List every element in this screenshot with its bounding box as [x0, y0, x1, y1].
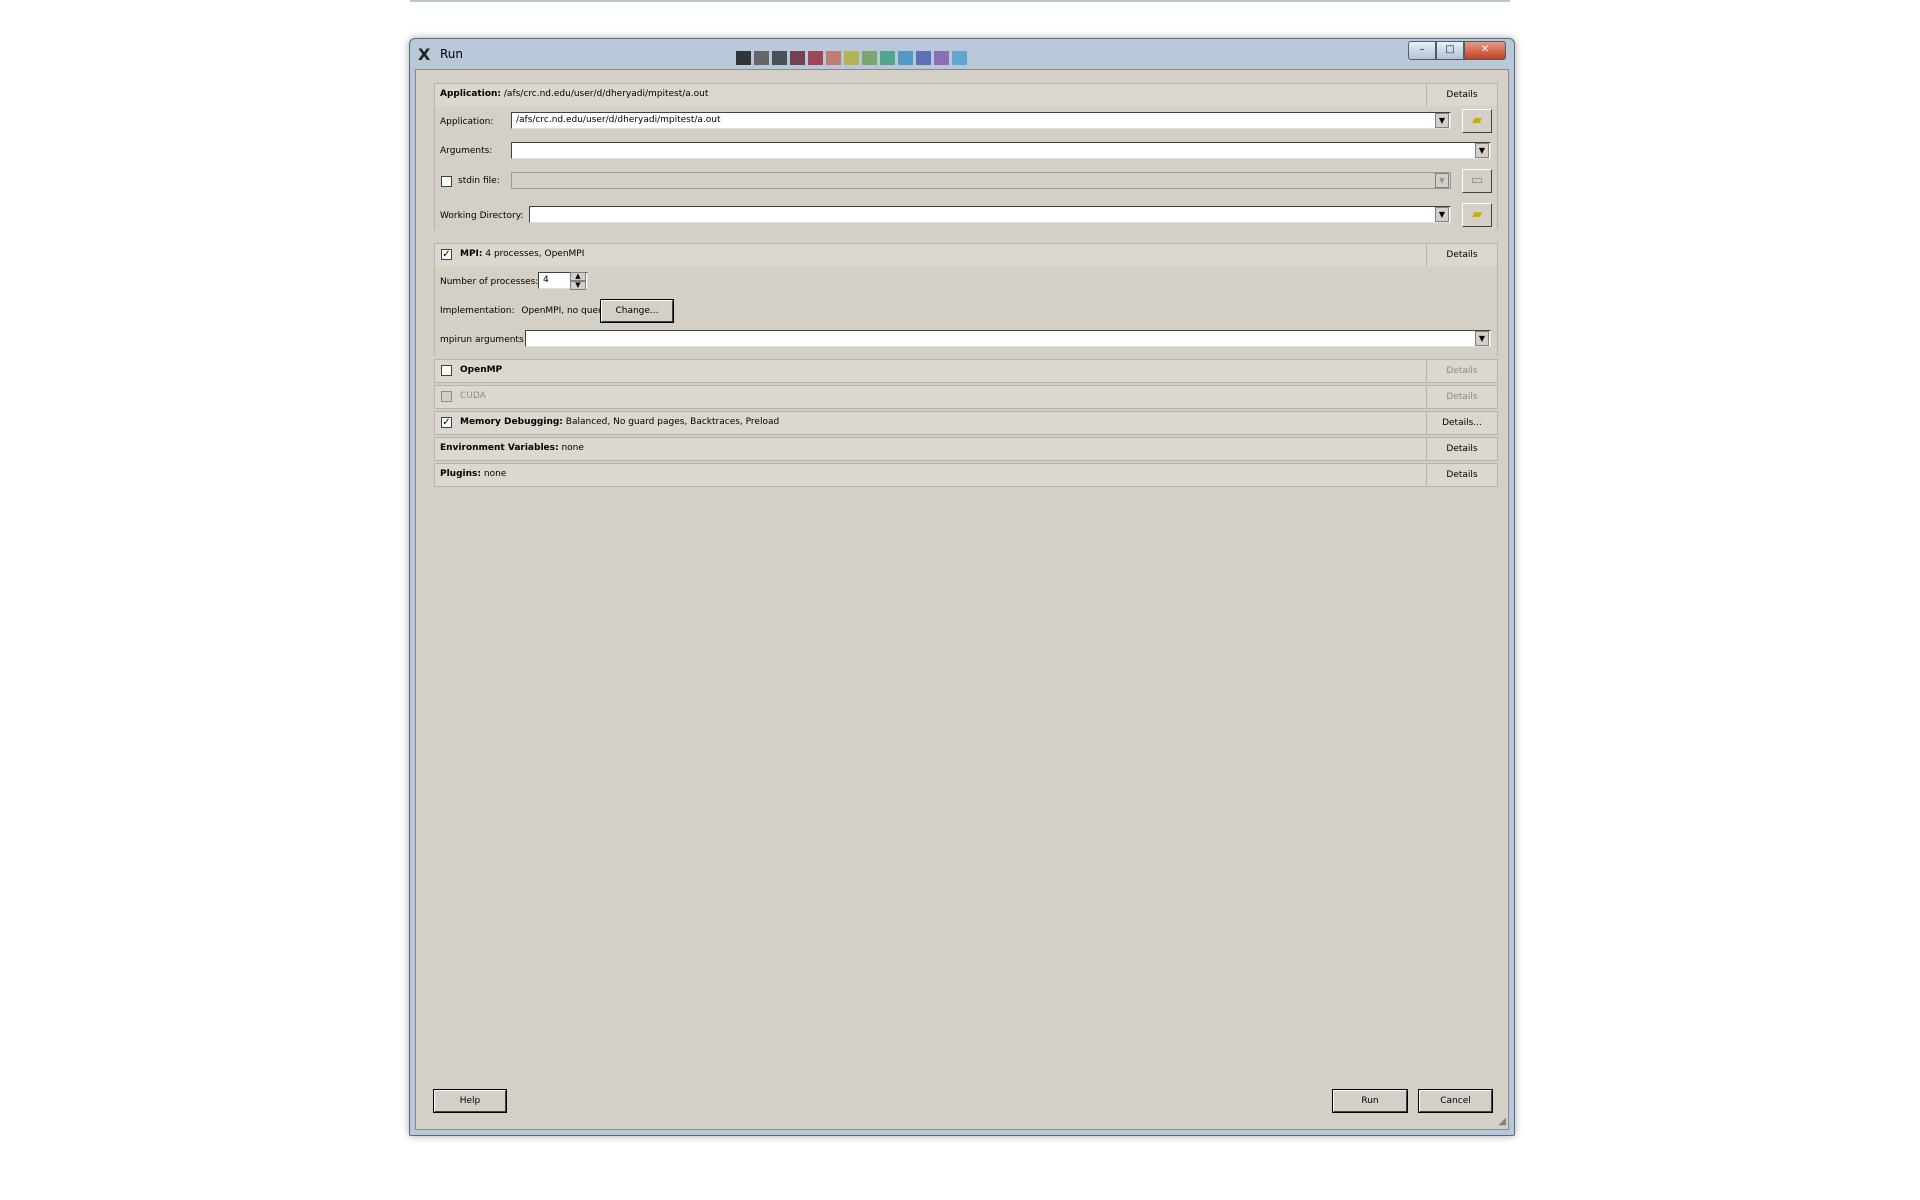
mpi-summary: MPI: 4 processes, OpenMPI — [460, 249, 584, 259]
application-section-header: Application: /afs/crc.nd.edu/user/d/dher… — [434, 83, 1498, 107]
maximize-button[interactable]: □ — [1436, 41, 1464, 60]
mpi-section-value: 4 processes, OpenMPI — [485, 249, 585, 259]
run-button[interactable]: Run — [1332, 1089, 1408, 1113]
minimize-button[interactable]: – — [1408, 41, 1436, 60]
application-input[interactable]: /afs/crc.nd.edu/user/d/dheryadi/mpitest/… — [511, 112, 1451, 129]
memory-debugging-section-header: ✓ Memory Debugging: Balanced, No guard p… — [434, 411, 1498, 435]
arguments-label: Arguments: — [440, 146, 493, 156]
title-color-swatch — [790, 51, 805, 65]
application-section-value: /afs/crc.nd.edu/user/d/dheryadi/mpitest/… — [503, 89, 709, 99]
implementation-label: Implementation: OpenMPI, no queue — [440, 306, 609, 316]
title-color-swatch — [862, 51, 877, 65]
stdin-browse-folder-icon[interactable]: ▭ — [1462, 169, 1492, 193]
cuda-details-button[interactable]: Details — [1426, 386, 1497, 408]
title-color-swatch — [754, 51, 769, 65]
memory-debugging-details-button[interactable]: Details... — [1426, 412, 1497, 434]
number-of-processes-spinner[interactable]: ▲ ▼ — [570, 272, 586, 290]
application-summary: Application: /afs/crc.nd.edu/user/d/dher… — [440, 89, 708, 99]
window-title: Run — [440, 47, 464, 61]
mpirun-arguments-input[interactable] — [525, 330, 1491, 347]
spin-down-icon[interactable]: ▼ — [570, 281, 586, 290]
memory-debugging-label: Memory Debugging: — [460, 417, 563, 427]
run-dialog-window: X Run – □ ✕ Application: /afs/crc.nd.edu… — [409, 38, 1515, 1136]
spin-up-icon[interactable]: ▲ — [570, 272, 586, 281]
working-directory-input[interactable] — [529, 206, 1451, 223]
title-color-swatch — [772, 51, 787, 65]
desktop-top-line — [410, 0, 1510, 2]
dialog-body: Application: /afs/crc.nd.edu/user/d/dher… — [415, 69, 1509, 1130]
x-logo-icon: X — [418, 45, 431, 64]
application-field-label: Application: — [440, 117, 494, 127]
title-bar[interactable]: X Run – □ ✕ — [410, 39, 1514, 69]
arguments-input[interactable] — [511, 142, 1491, 159]
environment-variables-section-header: Environment Variables: none Details — [434, 437, 1498, 461]
working-directory-dropdown-icon[interactable]: ▼ — [1435, 207, 1449, 222]
window-controls: – □ ✕ — [1408, 41, 1506, 60]
working-directory-label: Working Directory: — [440, 211, 524, 221]
cancel-button[interactable]: Cancel — [1418, 1089, 1493, 1113]
mpi-section-label: MPI: — [460, 249, 483, 259]
cuda-section-header: CUDA Details — [434, 385, 1498, 409]
mpi-details-button[interactable]: Details — [1426, 244, 1497, 266]
environment-variables-value: none — [561, 443, 584, 453]
mpi-checkbox[interactable]: ✓ — [441, 249, 452, 260]
application-details-button[interactable]: Details — [1426, 84, 1497, 106]
application-browse-folder-icon[interactable]: ▰ — [1462, 109, 1492, 133]
openmp-details-button[interactable]: Details — [1426, 360, 1497, 382]
close-button[interactable]: ✕ — [1464, 41, 1506, 60]
help-button[interactable]: Help — [433, 1089, 507, 1113]
title-color-swatch — [826, 51, 841, 65]
implementation-label-text: Implementation: — [440, 306, 515, 316]
environment-variables-summary: Environment Variables: none — [440, 443, 584, 453]
openmp-label-text: OpenMP — [460, 365, 503, 375]
stdin-dropdown-icon[interactable]: ▼ — [1435, 173, 1449, 188]
environment-variables-label: Environment Variables: — [440, 443, 559, 453]
mpirun-arguments-dropdown-icon[interactable]: ▼ — [1475, 331, 1489, 346]
resize-grip-icon[interactable]: ◢ — [1498, 1116, 1506, 1127]
plugins-label: Plugins: — [440, 469, 481, 479]
title-color-swatch — [844, 51, 859, 65]
title-color-swatch — [916, 51, 931, 65]
application-panel: Application: /afs/crc.nd.edu/user/d/dher… — [434, 106, 1498, 230]
working-directory-browse-folder-icon[interactable]: ▰ — [1462, 203, 1492, 227]
application-dropdown-icon[interactable]: ▼ — [1435, 113, 1449, 128]
plugins-details-button[interactable]: Details — [1426, 464, 1497, 486]
change-implementation-button[interactable]: Change... — [600, 299, 674, 323]
memory-debugging-summary: Memory Debugging: Balanced, No guard pag… — [460, 417, 779, 427]
environment-variables-details-button[interactable]: Details — [1426, 438, 1497, 460]
memory-debugging-value: Balanced, No guard pages, Backtraces, Pr… — [565, 417, 780, 427]
cuda-checkbox[interactable] — [441, 391, 452, 402]
title-color-swatch — [808, 51, 823, 65]
cuda-label: CUDA — [460, 391, 486, 401]
stdin-input[interactable] — [511, 172, 1451, 189]
openmp-section-header: OpenMP Details — [434, 359, 1498, 383]
title-color-swatch — [880, 51, 895, 65]
title-bar-colors — [736, 51, 967, 65]
application-section-label: Application: — [440, 89, 502, 99]
memory-debugging-checkbox[interactable]: ✓ — [441, 417, 452, 428]
openmp-checkbox[interactable] — [441, 365, 452, 376]
plugins-summary: Plugins: none — [440, 469, 506, 479]
title-color-swatch — [952, 51, 967, 65]
mpi-panel: Number of processes: 4 ▲ ▼ Implementatio… — [434, 266, 1498, 356]
openmp-label: OpenMP — [460, 365, 502, 375]
stdin-label: stdin file: — [458, 176, 500, 186]
title-color-swatch — [736, 51, 751, 65]
plugins-value: none — [483, 469, 507, 479]
stdin-checkbox[interactable] — [441, 176, 452, 187]
mpi-section-header: ✓ MPI: 4 processes, OpenMPI Details — [434, 243, 1498, 267]
implementation-value: OpenMPI, no queue — [521, 306, 610, 316]
mpirun-arguments-label: mpirun arguments — [440, 335, 524, 345]
title-color-swatch — [934, 51, 949, 65]
arguments-dropdown-icon[interactable]: ▼ — [1475, 143, 1489, 158]
plugins-section-header: Plugins: none Details — [434, 463, 1498, 487]
number-of-processes-label: Number of processes: — [440, 277, 539, 287]
title-color-swatch — [898, 51, 913, 65]
